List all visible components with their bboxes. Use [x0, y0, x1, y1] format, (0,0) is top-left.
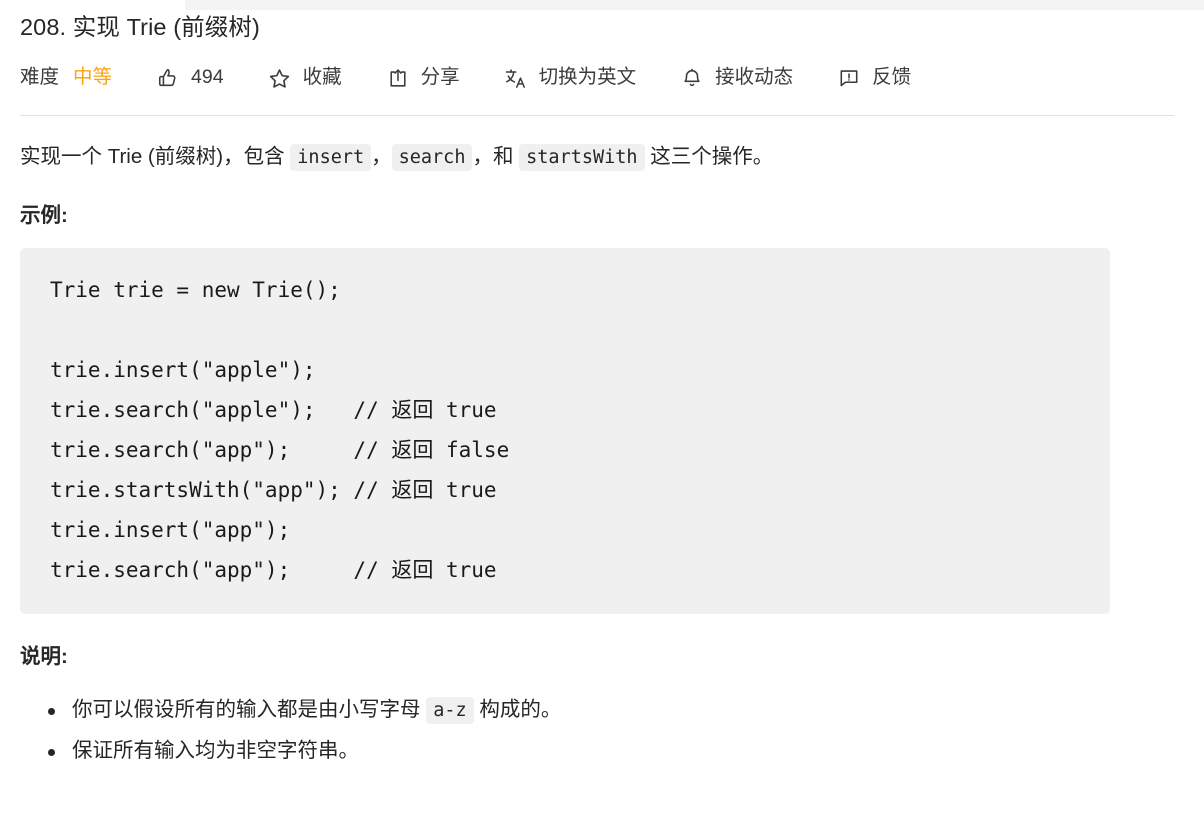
inline-code-insert: insert — [290, 144, 372, 171]
header-divider — [20, 115, 1174, 116]
translate-label: 切换为英文 — [538, 66, 637, 89]
description-prefix: 实现一个 Trie (前缀树)，包含 — [20, 145, 291, 168]
like-count: 494 — [191, 66, 224, 89]
share-label: 分享 — [420, 66, 460, 89]
example-code-block: Trie trie = new Trie(); trie.insert("app… — [20, 248, 1110, 614]
translate-button[interactable]: 切换为英文 — [504, 66, 637, 90]
problem-content: 实现一个 Trie (前缀树)，包含 insert， search ，和 start… — [0, 142, 1204, 771]
inline-code-search: search — [391, 144, 473, 171]
favorite-button[interactable]: 收藏 — [268, 66, 342, 90]
inline-code-az: a-z — [426, 697, 474, 724]
star-icon — [268, 66, 292, 90]
list-item: 你可以假设所有的输入都是由小写字母 a-z 构成的。 — [48, 690, 1184, 731]
feedback-label: 反馈 — [872, 66, 912, 89]
difficulty-group: 难度 中等 — [20, 68, 112, 88]
problem-description: 实现一个 Trie (前缀树)，包含 insert， search ，和 start… — [20, 142, 1184, 173]
thumbs-up-icon — [156, 66, 180, 90]
favorite-label: 收藏 — [302, 66, 342, 89]
description-sep2: ，和 — [472, 145, 520, 168]
inline-code-startswith: startsWith — [519, 144, 645, 171]
problem-action-toolbar: 难度 中等 494 收藏 分享 切换为英文 接收动态 反馈 — [0, 53, 1204, 103]
like-button[interactable]: 494 — [156, 66, 224, 90]
bell-icon — [680, 66, 704, 90]
subscribe-button[interactable]: 接收动态 — [680, 66, 793, 90]
share-button[interactable]: 分享 — [386, 66, 460, 90]
description-suffix: 这三个操作。 — [644, 145, 774, 168]
notes-list: 你可以假设所有的输入都是由小写字母 a-z 构成的。 保证所有输入均为非空字符串… — [20, 690, 1184, 771]
difficulty-value: 中等 — [73, 66, 113, 89]
feedback-button[interactable]: 反馈 — [837, 66, 911, 90]
difficulty-label: 难度 — [20, 66, 60, 89]
notes-heading: 说明: — [20, 645, 68, 668]
description-sep1: ， — [371, 145, 392, 168]
list-item: 保证所有输入均为非空字符串。 — [48, 731, 1184, 771]
subscribe-label: 接收动态 — [715, 66, 794, 89]
problem-description-panel: 208. 实现 Trie (前缀树) 难度 中等 494 收藏 分享 切换为英文… — [0, 0, 1204, 771]
note-suffix: 构成的。 — [473, 698, 562, 721]
translate-icon — [504, 66, 528, 90]
example-heading: 示例: — [20, 204, 68, 227]
note-prefix: 保证所有输入均为非空字符串。 — [72, 739, 359, 762]
page-title: 208. 实现 Trie (前缀树) — [20, 14, 260, 40]
share-icon — [386, 66, 410, 90]
note-prefix: 你可以假设所有的输入都是由小写字母 — [72, 698, 427, 721]
feedback-icon — [837, 66, 861, 90]
